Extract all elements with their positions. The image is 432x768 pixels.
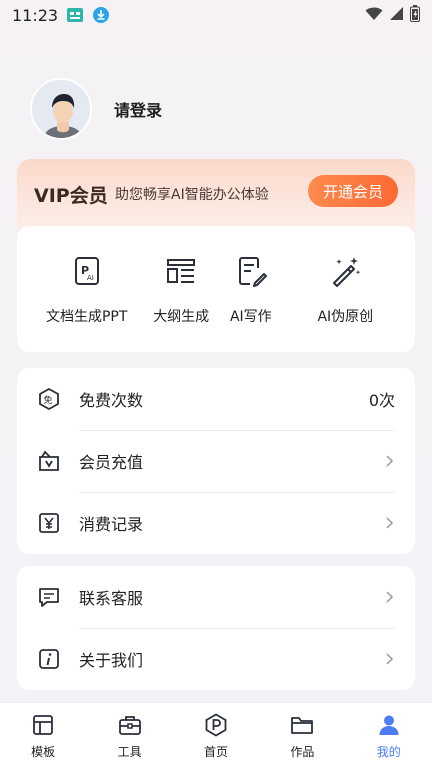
template-icon <box>33 715 54 735</box>
vip-description: 助您畅享AI智能办公体验 <box>115 187 269 203</box>
contact-service-row[interactable]: 联系客服 <box>37 566 395 628</box>
toolbox-icon <box>118 716 141 735</box>
status-bar: 11:23 <box>0 0 432 30</box>
ppt-doc-icon: P AI <box>74 257 99 285</box>
chevron-right-icon <box>386 591 394 603</box>
row-label: 联系客服 <box>79 589 144 608</box>
chevron-right-icon <box>386 455 394 467</box>
account-card: 免 免费次数 0次 会员充值 消费记录 <box>17 368 415 554</box>
tool-label: 文档生成PPT <box>45 309 128 325</box>
free-count-value: 0次 <box>368 391 395 410</box>
tool-label: AI伪原创 <box>317 309 374 325</box>
about-us-row[interactable]: 关于我们 <box>37 628 395 690</box>
nav-tools[interactable]: 工具 <box>95 703 165 760</box>
pen-write-icon <box>238 257 267 287</box>
home-p-icon <box>205 713 227 737</box>
bottom-nav: 模板 工具 首页 作品 我的 <box>0 702 432 768</box>
free-count-row[interactable]: 免 免费次数 0次 <box>37 368 395 430</box>
vip-recharge-icon <box>37 449 61 473</box>
yuan-record-icon <box>37 511 61 535</box>
status-right-icons <box>365 4 420 26</box>
svg-text:AI: AI <box>87 274 94 282</box>
chevron-right-icon <box>386 653 394 665</box>
vip-title: VIP会员 <box>34 185 108 207</box>
free-badge-icon: 免 <box>37 387 61 411</box>
signal-icon <box>389 6 404 25</box>
row-label: 消费记录 <box>79 515 144 534</box>
folder-icon <box>291 717 314 734</box>
nav-label: 工具 <box>117 745 142 759</box>
tool-outline-generate[interactable]: 大纲生成 <box>146 226 216 352</box>
status-time: 11:23 <box>12 5 59 25</box>
tool-ppt-generate[interactable]: P AI 文档生成PPT <box>27 226 146 352</box>
tools-card: P AI 文档生成PPT 大纲生成 AI写作 AI伪原创 <box>17 226 415 352</box>
consumption-record-row[interactable]: 消费记录 <box>37 492 395 554</box>
notification-app-icon <box>66 7 84 23</box>
profile-section[interactable]: 请登录 <box>30 78 162 140</box>
nav-templates[interactable]: 模板 <box>8 703 78 760</box>
open-vip-button[interactable]: 开通会员 <box>308 175 398 207</box>
nav-label: 模板 <box>31 745 56 759</box>
row-label: 关于我们 <box>79 651 144 670</box>
avatar[interactable] <box>30 78 92 140</box>
tool-ai-rewrite[interactable]: AI伪原创 <box>286 226 405 352</box>
magic-wand-icon <box>333 257 361 287</box>
outline-icon <box>167 259 196 283</box>
service-card: 联系客服 关于我们 <box>17 566 415 690</box>
row-label: 免费次数 <box>79 391 144 410</box>
nav-works[interactable]: 作品 <box>267 703 337 760</box>
nav-mine[interactable]: 我的 <box>354 703 424 760</box>
wifi-icon <box>365 6 383 25</box>
chat-icon <box>37 585 61 609</box>
battery-icon <box>410 4 420 26</box>
row-label: 会员充值 <box>79 453 144 472</box>
user-icon <box>379 715 399 735</box>
login-prompt[interactable]: 请登录 <box>114 97 162 121</box>
info-icon <box>37 647 61 671</box>
tool-ai-writing[interactable]: AI写作 <box>216 226 286 352</box>
nav-label: 首页 <box>203 745 228 759</box>
nav-label: 我的 <box>376 745 401 759</box>
nav-label: 作品 <box>290 745 315 759</box>
nav-home[interactable]: 首页 <box>181 703 251 760</box>
tool-label: AI写作 <box>229 309 272 325</box>
svg-text:免: 免 <box>44 394 53 406</box>
download-icon <box>92 7 110 23</box>
vip-recharge-row[interactable]: 会员充值 <box>37 430 395 492</box>
chevron-right-icon <box>386 517 394 529</box>
tool-label: 大纲生成 <box>153 309 210 325</box>
